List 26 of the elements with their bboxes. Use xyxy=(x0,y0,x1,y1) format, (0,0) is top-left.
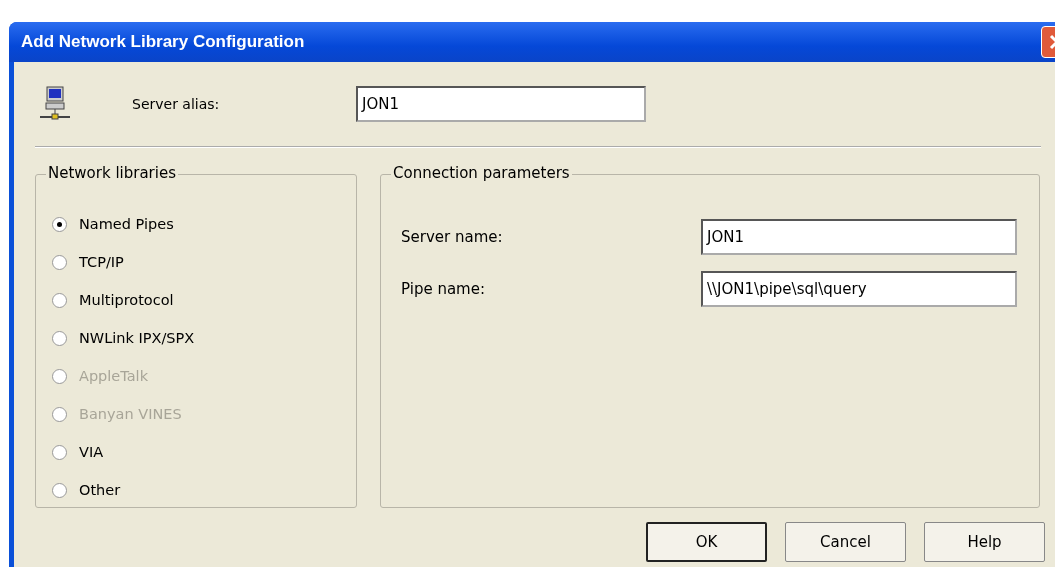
network-computer-icon xyxy=(40,86,70,122)
field-label: Server name: xyxy=(401,228,504,246)
radio-option[interactable]: Other xyxy=(52,471,356,509)
text-field[interactable]: JON1 xyxy=(701,219,1017,255)
radio-option[interactable]: Multiprotocol xyxy=(52,281,356,319)
radio-option: AppleTalk xyxy=(52,357,356,395)
field-label: Server alias: xyxy=(132,96,221,112)
radio-button[interactable] xyxy=(52,482,67,498)
radio-button[interactable] xyxy=(52,216,67,232)
text-field[interactable]: \\JON1\pipe\sql\query xyxy=(701,271,1017,307)
radio-button[interactable] xyxy=(52,330,67,346)
radio-option[interactable]: Named Pipes xyxy=(52,205,356,243)
help-button[interactable]: Help xyxy=(924,522,1045,562)
server-alias-field[interactable]: JON1 xyxy=(356,86,646,122)
radio-button[interactable] xyxy=(52,444,67,460)
field-label: Pipe name: xyxy=(401,280,486,298)
radio-option: Banyan VINES xyxy=(52,395,356,433)
radio-option[interactable]: VIA xyxy=(52,433,356,471)
ok-button[interactable]: OK xyxy=(646,522,767,562)
radio-button[interactable] xyxy=(52,254,67,270)
cancel-button[interactable]: Cancel xyxy=(785,522,906,562)
radio-button[interactable] xyxy=(52,292,67,308)
radio-option[interactable]: NWLink IPX/SPX xyxy=(52,319,356,357)
window-title: Add Network Library Configuration xyxy=(21,32,306,52)
group-title: Connection parameters xyxy=(391,164,572,182)
radio-option[interactable]: TCP/IP xyxy=(52,243,356,281)
